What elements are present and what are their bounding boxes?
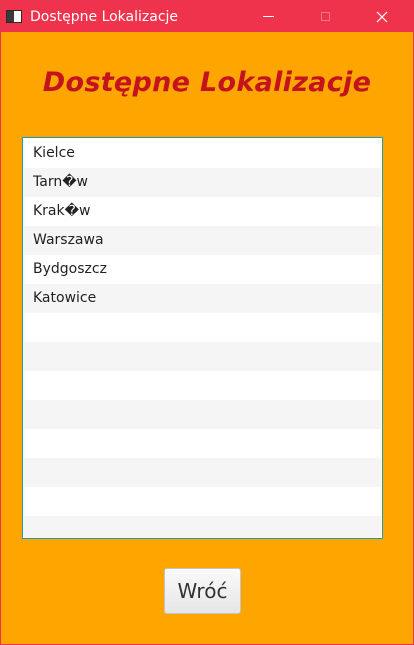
close-button[interactable] [359,1,405,32]
page-title: Dostępne Lokalizacje [42,67,372,98]
list-item[interactable]: Bydgoszcz [24,255,381,284]
list-item-empty [24,487,381,516]
list-item-empty [24,516,381,538]
list-item[interactable]: Katowice [24,284,381,313]
list-item[interactable]: Krak�w [24,197,381,226]
locations-list[interactable]: Kielce Tarn�w Krak�w Warszawa Bydgoszcz … [22,137,383,539]
list-item[interactable]: Tarn�w [24,168,381,197]
back-button[interactable]: Wróć [164,568,241,614]
list-item[interactable]: Warszawa [24,226,381,255]
list-item-empty [24,313,381,342]
list-item-empty [24,371,381,400]
close-icon [376,11,388,22]
app-window: Dostępne Lokalizacje Dostępne Lokalizacj… [0,0,414,645]
list-item-empty [24,400,381,429]
maximize-button [302,1,348,32]
window-title: Dostępne Lokalizacje [30,9,179,25]
minimize-button[interactable] [245,1,291,32]
minimize-icon [262,16,274,17]
list-item-empty [24,458,381,487]
maximize-icon [320,12,330,21]
list-item-empty [24,342,381,371]
list-item[interactable]: Kielce [24,139,381,168]
title-bar[interactable]: Dostępne Lokalizacje [1,1,413,32]
app-icon [6,10,22,23]
list-item-empty [24,429,381,458]
